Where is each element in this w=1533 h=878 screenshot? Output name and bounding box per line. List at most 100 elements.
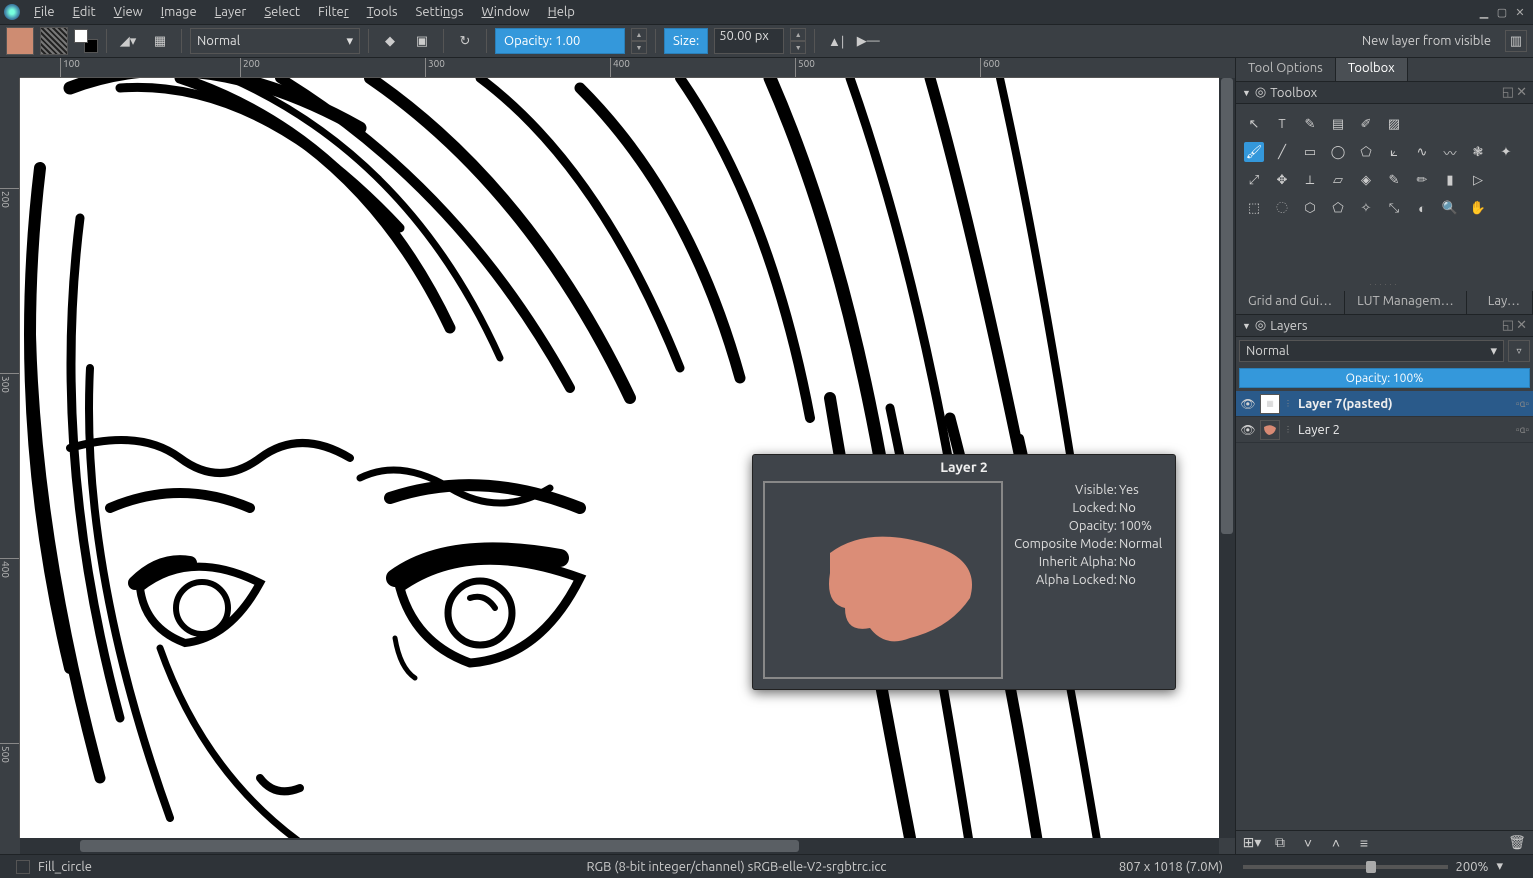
menu-edit[interactable]: Edit bbox=[65, 3, 104, 21]
layer-lock-icons[interactable]: ▫α▫ bbox=[1516, 398, 1529, 410]
window-maximize[interactable]: ▢ bbox=[1493, 4, 1511, 20]
pattern-swatch-1[interactable] bbox=[6, 27, 34, 55]
tool-gradient-edit[interactable]: ▨ bbox=[1384, 114, 1404, 134]
tool-select-bezier[interactable]: ◐ bbox=[1412, 198, 1432, 218]
pattern-swatch-2[interactable] bbox=[40, 27, 68, 55]
layers-header[interactable]: ▼ ◎ Layers ◱✕ bbox=[1236, 315, 1533, 337]
delete-layer-button[interactable]: 🗑 bbox=[1507, 833, 1527, 853]
scrollbar-horizontal[interactable] bbox=[20, 838, 1219, 854]
tool-color-picker[interactable]: ✎ bbox=[1384, 170, 1404, 190]
tool-line[interactable]: ╱ bbox=[1272, 142, 1292, 162]
tool-zoom[interactable]: 🔍 bbox=[1440, 198, 1460, 218]
tab-lut[interactable]: LUT Managem… bbox=[1345, 291, 1467, 314]
window-close[interactable]: ✕ bbox=[1511, 4, 1529, 20]
eraser-toggle[interactable]: ◆ bbox=[377, 28, 403, 54]
opacity-spinner[interactable]: ▲▼ bbox=[631, 28, 647, 54]
layer-filter-button[interactable]: ▿ bbox=[1508, 340, 1530, 362]
ruler-horizontal[interactable]: 100 200 300 400 500 600 bbox=[20, 58, 1219, 78]
menu-help[interactable]: Help bbox=[540, 3, 583, 21]
move-up-button[interactable]: ˄ bbox=[1326, 833, 1346, 853]
tool-calligraphy[interactable]: ▤ bbox=[1328, 114, 1348, 134]
size-spinner[interactable]: ▲▼ bbox=[790, 28, 806, 54]
size-field[interactable]: 50.00 px bbox=[714, 28, 784, 54]
tool-move[interactable]: ✥ bbox=[1272, 170, 1292, 190]
tool-transform[interactable]: ⤢ bbox=[1244, 170, 1264, 190]
tool-ellipse[interactable]: ◯ bbox=[1328, 142, 1348, 162]
blend-mode-select[interactable]: Normal▾ bbox=[190, 28, 360, 54]
visibility-icon[interactable]: 👁 bbox=[1240, 397, 1256, 411]
menu-settings[interactable]: Settings bbox=[408, 3, 472, 21]
gradient-dropdown[interactable]: ◢▾ bbox=[115, 28, 141, 54]
tool-brush[interactable]: 🖌 bbox=[1244, 142, 1264, 162]
layer-name[interactable]: Layer 7(pasted) bbox=[1298, 397, 1512, 411]
tool-polygon[interactable]: ⬠ bbox=[1356, 142, 1376, 162]
tool-dynamic[interactable]: ❃ bbox=[1468, 142, 1488, 162]
tool-rectangle[interactable]: ▭ bbox=[1300, 142, 1320, 162]
reload-preset-button[interactable]: ↻ bbox=[452, 28, 478, 54]
add-layer-button[interactable]: ⊞▾ bbox=[1242, 833, 1262, 853]
tool-fill[interactable]: ◈ bbox=[1356, 170, 1376, 190]
menu-select[interactable]: Select bbox=[256, 3, 308, 21]
menu-image[interactable]: Image bbox=[153, 3, 205, 21]
tool-text[interactable]: T bbox=[1272, 114, 1292, 134]
tool-select-rect[interactable]: ⬚ bbox=[1244, 198, 1264, 218]
tool-pattern-edit[interactable]: ✐ bbox=[1356, 114, 1376, 134]
tool-select-contiguous[interactable]: ✧ bbox=[1356, 198, 1376, 218]
tool-gradient[interactable]: ▮ bbox=[1440, 170, 1460, 190]
fg-bg-swatch[interactable] bbox=[74, 29, 98, 53]
menu-layer[interactable]: Layer bbox=[207, 3, 255, 21]
tool-pan[interactable]: ✋ bbox=[1468, 198, 1488, 218]
tab-tool-options[interactable]: Tool Options bbox=[1236, 58, 1336, 81]
tab-layers-short[interactable]: Lay… bbox=[1467, 291, 1533, 314]
tab-grid[interactable]: Grid and Gui… bbox=[1236, 291, 1345, 314]
tool-measure[interactable]: ▷ bbox=[1468, 170, 1488, 190]
zoom-control[interactable]: 200% ▾ bbox=[1243, 859, 1503, 874]
workspace-chooser[interactable]: ▥ bbox=[1505, 30, 1527, 52]
tool-select-freehand[interactable]: ⬡ bbox=[1300, 198, 1320, 218]
layer-lock-icons[interactable]: ▫α▫ bbox=[1516, 424, 1529, 436]
menu-view[interactable]: View bbox=[106, 3, 151, 21]
menu-tools[interactable]: Tools bbox=[359, 3, 406, 21]
tool-multibrush[interactable]: ✦ bbox=[1496, 142, 1516, 162]
layer-row[interactable]: 👁 ⋮ Layer 2 ▫α▫ bbox=[1236, 417, 1533, 443]
tool-crop[interactable]: ⟂ bbox=[1300, 170, 1320, 190]
layer-name[interactable]: Layer 2 bbox=[1298, 423, 1512, 437]
move-down-button[interactable]: ˅ bbox=[1298, 833, 1318, 853]
close-panel-icon[interactable]: ✕ bbox=[1516, 85, 1527, 100]
tool-cursor[interactable]: ↖ bbox=[1244, 114, 1264, 134]
scrollbar-vertical[interactable] bbox=[1219, 78, 1235, 838]
layer-opacity-slider[interactable]: Opacity: 100% bbox=[1239, 368, 1530, 388]
float-icon[interactable]: ◱ bbox=[1502, 85, 1514, 100]
tool-polyline[interactable]: ⟀ bbox=[1384, 142, 1404, 162]
tool-select-ellipse[interactable]: ◌ bbox=[1272, 198, 1292, 218]
pattern-grid-button[interactable]: ▦ bbox=[147, 28, 173, 54]
tool-freehand-path[interactable]: 〰 bbox=[1440, 142, 1460, 162]
panel-resize-handle[interactable]: ······ bbox=[1236, 278, 1533, 291]
tool-select-similar[interactable]: ⤡ bbox=[1384, 198, 1404, 218]
ruler-vertical[interactable]: 200 300 400 500 bbox=[0, 78, 20, 838]
chevron-down-icon[interactable]: ▾ bbox=[1496, 859, 1503, 874]
duplicate-layer-button[interactable]: ⧉ bbox=[1270, 833, 1290, 853]
menu-file[interactable]: File bbox=[26, 3, 63, 21]
tool-edit-shapes[interactable]: ✎ bbox=[1300, 114, 1320, 134]
float-icon[interactable]: ◱ bbox=[1502, 318, 1514, 333]
opacity-field[interactable]: Opacity: 1.00 bbox=[495, 28, 625, 54]
tool-select-poly[interactable]: ⬠ bbox=[1328, 198, 1348, 218]
mirror-v-button[interactable]: ▶— bbox=[855, 28, 881, 54]
close-panel-icon[interactable]: ✕ bbox=[1516, 318, 1527, 333]
window-minimize[interactable]: ▁ bbox=[1475, 4, 1493, 20]
alpha-lock-toggle[interactable]: ▣ bbox=[409, 28, 435, 54]
toolbox-header[interactable]: ▼ ◎ Toolbox ◱✕ bbox=[1236, 82, 1533, 104]
layer-row[interactable]: 👁 ▦ ⋮ Layer 7(pasted) ▫α▫ bbox=[1236, 391, 1533, 417]
menu-filter[interactable]: Filter bbox=[310, 3, 357, 21]
mirror-h-button[interactable]: ▲| bbox=[823, 28, 849, 54]
selection-indicator[interactable] bbox=[16, 860, 30, 874]
tool-smart-fill[interactable]: ✏ bbox=[1412, 170, 1432, 190]
tool-bezier[interactable]: ∿ bbox=[1412, 142, 1432, 162]
menu-window[interactable]: Window bbox=[473, 3, 537, 21]
tool-perspective[interactable]: ▱ bbox=[1328, 170, 1348, 190]
layer-properties-button[interactable]: ≡ bbox=[1354, 833, 1374, 853]
tab-toolbox[interactable]: Toolbox bbox=[1336, 58, 1408, 81]
visibility-icon[interactable]: 👁 bbox=[1240, 423, 1256, 437]
layer-blend-mode-select[interactable]: Normal▾ bbox=[1239, 340, 1504, 362]
